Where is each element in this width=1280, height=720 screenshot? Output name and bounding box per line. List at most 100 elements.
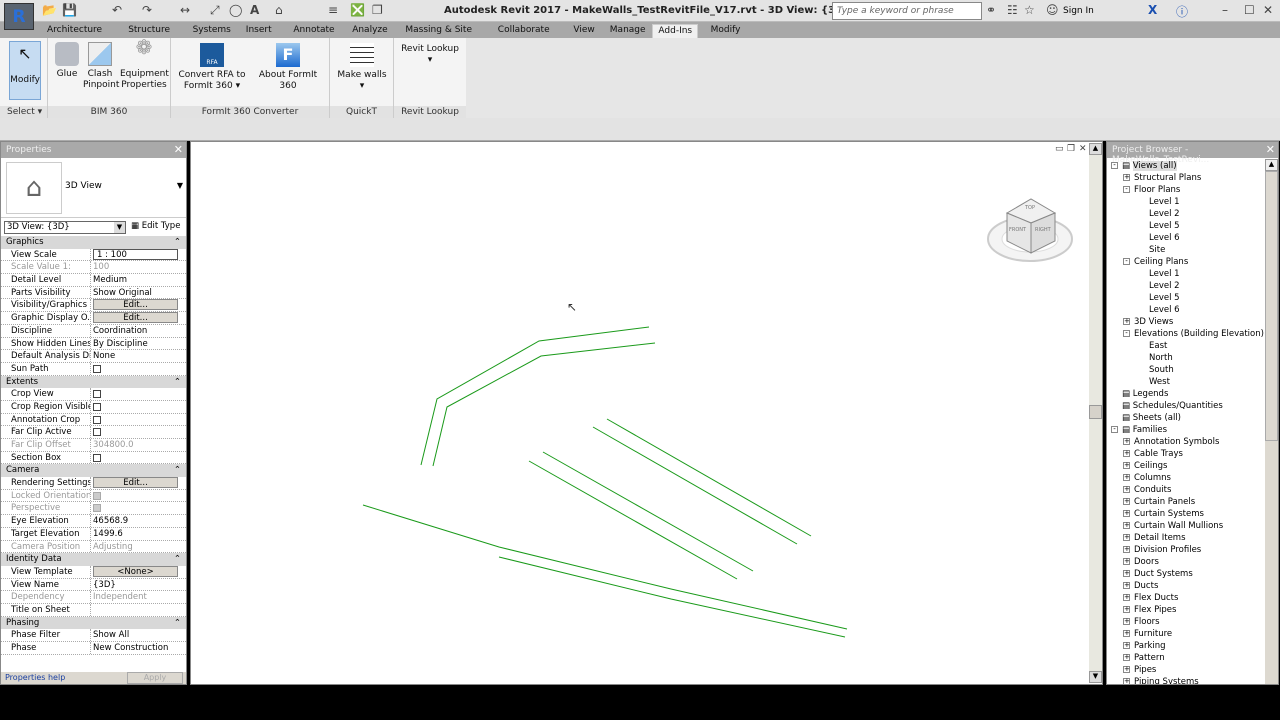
close-window-icon[interactable]: ✕	[1263, 3, 1273, 17]
tree-item[interactable]: + Curtain Panels	[1107, 496, 1278, 508]
property-value[interactable]	[91, 426, 186, 438]
collapse-icon[interactable]: ⌃	[174, 464, 181, 476]
expand-icon[interactable]: +	[1123, 666, 1130, 673]
edit-button[interactable]: Edit...	[93, 312, 178, 324]
tree-item[interactable]: + Piping Systems	[1107, 676, 1278, 684]
checkbox[interactable]	[93, 402, 101, 411]
tree-item[interactable]: + Flex Ducts	[1107, 592, 1278, 604]
property-value[interactable]: {3D}	[91, 579, 186, 591]
favorites-star-icon[interactable]: ☆	[1024, 3, 1035, 17]
redo-icon[interactable]: ↷	[142, 3, 152, 17]
tree-item[interactable]: - Ceiling Plans	[1107, 256, 1278, 268]
tree-item[interactable]: + Ceilings	[1107, 460, 1278, 472]
maximize-icon[interactable]: ☐	[1244, 3, 1255, 17]
type-selector[interactable]: ⌂ 3D View ▼	[1, 158, 186, 218]
tree-item[interactable]: + Structural Plans	[1107, 172, 1278, 184]
tree-item[interactable]: + Floors	[1107, 616, 1278, 628]
property-input[interactable]: 1 : 100	[93, 248, 178, 260]
tree-item[interactable]: Level 5	[1107, 220, 1278, 232]
revit-lookup-button[interactable]: Revit Lookup ▾	[398, 44, 462, 66]
expand-icon[interactable]: +	[1123, 450, 1130, 457]
tree-item[interactable]: + Columns	[1107, 472, 1278, 484]
expand-icon[interactable]: +	[1123, 654, 1130, 661]
undo-icon[interactable]: ↶	[112, 3, 122, 17]
modify-button[interactable]: ↖ Modify	[9, 41, 41, 100]
property-group-header[interactable]: Camera ⌃	[1, 464, 186, 478]
property-value[interactable]: Edit...	[91, 299, 186, 311]
tab-add-ins[interactable]: Add-Ins	[652, 24, 699, 38]
select-dropdown[interactable]: Select ▾	[0, 106, 47, 118]
property-value[interactable]	[91, 363, 186, 375]
tree-item[interactable]: + Parking	[1107, 640, 1278, 652]
collapse-icon[interactable]: -	[1123, 330, 1130, 337]
property-value[interactable]: Coordination	[91, 325, 186, 337]
tree-item[interactable]: Level 1	[1107, 268, 1278, 280]
edit-type-button[interactable]: ▦ Edit Type	[131, 221, 180, 231]
tree-item[interactable]: Level 1	[1107, 196, 1278, 208]
expand-icon[interactable]: +	[1123, 534, 1130, 541]
help-icon[interactable]: ⓘ	[1176, 3, 1188, 20]
property-group-header[interactable]: Extents ⌃	[1, 375, 186, 389]
property-value[interactable]: Edit...	[91, 477, 186, 489]
tree-item[interactable]: + Doors	[1107, 556, 1278, 568]
tree-item[interactable]: + Ducts	[1107, 580, 1278, 592]
tree-item[interactable]: ▤ Sheets (all)	[1107, 412, 1278, 424]
edit-button[interactable]: Edit...	[93, 299, 178, 311]
tree-item[interactable]: + Curtain Wall Mullions	[1107, 520, 1278, 532]
tree-item[interactable]: + Detail Items	[1107, 532, 1278, 544]
property-value[interactable]: Show All	[91, 629, 186, 641]
collapse-icon[interactable]: ⌃	[174, 553, 181, 565]
tab-manage[interactable]: Manage	[605, 24, 651, 38]
tree-item[interactable]: Level 2	[1107, 280, 1278, 292]
property-group-header[interactable]: Graphics ⌃	[1, 236, 186, 249]
property-value[interactable]	[91, 604, 186, 616]
tree-item[interactable]: - Floor Plans	[1107, 184, 1278, 196]
scroll-up-icon[interactable]: ▲	[1089, 143, 1102, 155]
equipment-properties-button[interactable]: ❁ Equipment Properties	[120, 37, 169, 91]
tree-item[interactable]: + Pipes	[1107, 664, 1278, 676]
tree-item[interactable]: North	[1107, 352, 1278, 364]
expand-icon[interactable]: +	[1123, 546, 1130, 553]
switch-windows-icon[interactable]: ❐	[372, 3, 383, 17]
property-value[interactable]: By Discipline	[91, 338, 186, 350]
collapse-icon[interactable]: -	[1123, 258, 1130, 265]
expand-icon[interactable]: +	[1123, 594, 1130, 601]
tree-item[interactable]: - ▤ Families	[1107, 424, 1278, 436]
property-value[interactable]: Medium	[91, 274, 186, 286]
dimension-icon[interactable]: ⤢	[210, 3, 220, 18]
property-value[interactable]: None	[91, 350, 186, 362]
tree-item[interactable]: - Elevations (Building Elevation)	[1107, 328, 1278, 340]
tree-item[interactable]: + Flex Pipes	[1107, 604, 1278, 616]
tab-massing-site[interactable]: Massing & Site	[400, 24, 477, 38]
text-icon[interactable]: A	[250, 3, 259, 17]
collapse-icon[interactable]: -	[1111, 162, 1118, 169]
property-group-header[interactable]: Identity Data ⌃	[1, 553, 186, 566]
tree-item[interactable]: + Pattern	[1107, 652, 1278, 664]
property-group-header[interactable]: Phasing ⌃	[1, 616, 186, 630]
exchange-apps-icon[interactable]: X	[1148, 3, 1157, 17]
binoculars-icon[interactable]: ⚭	[986, 3, 996, 17]
tree-item[interactable]: - ▤ Views (all)	[1107, 160, 1278, 172]
tree-item[interactable]: ▤ Legends	[1107, 388, 1278, 400]
tree-item[interactable]: + Curtain Systems	[1107, 508, 1278, 520]
checkbox[interactable]	[93, 415, 101, 424]
property-value[interactable]: 1 : 100	[91, 248, 186, 261]
viewcube-front[interactable]: FRONT	[1009, 227, 1026, 233]
tab-architecture[interactable]: Architecture	[42, 24, 107, 38]
collapse-icon[interactable]: ⌃	[174, 617, 181, 629]
tab-analyze[interactable]: Analyze	[347, 24, 392, 38]
collapse-icon[interactable]: ⌃	[174, 236, 181, 248]
tree-item[interactable]: + Division Profiles	[1107, 544, 1278, 556]
measure-icon[interactable]: ↔	[180, 3, 190, 17]
checkbox[interactable]	[93, 390, 101, 399]
tab-systems[interactable]: Systems	[188, 24, 236, 38]
property-value[interactable]: 1499.6	[91, 528, 186, 540]
make-walls-button[interactable]: Make walls ▾	[334, 43, 390, 92]
expand-icon[interactable]: +	[1123, 618, 1130, 625]
tree-item[interactable]: South	[1107, 364, 1278, 376]
apply-button[interactable]: Apply	[127, 672, 183, 684]
tree-item[interactable]: West	[1107, 376, 1278, 388]
expand-icon[interactable]: +	[1123, 510, 1130, 517]
close-icon[interactable]: ✕	[1266, 143, 1275, 156]
application-menu-button[interactable]: R	[4, 3, 34, 30]
